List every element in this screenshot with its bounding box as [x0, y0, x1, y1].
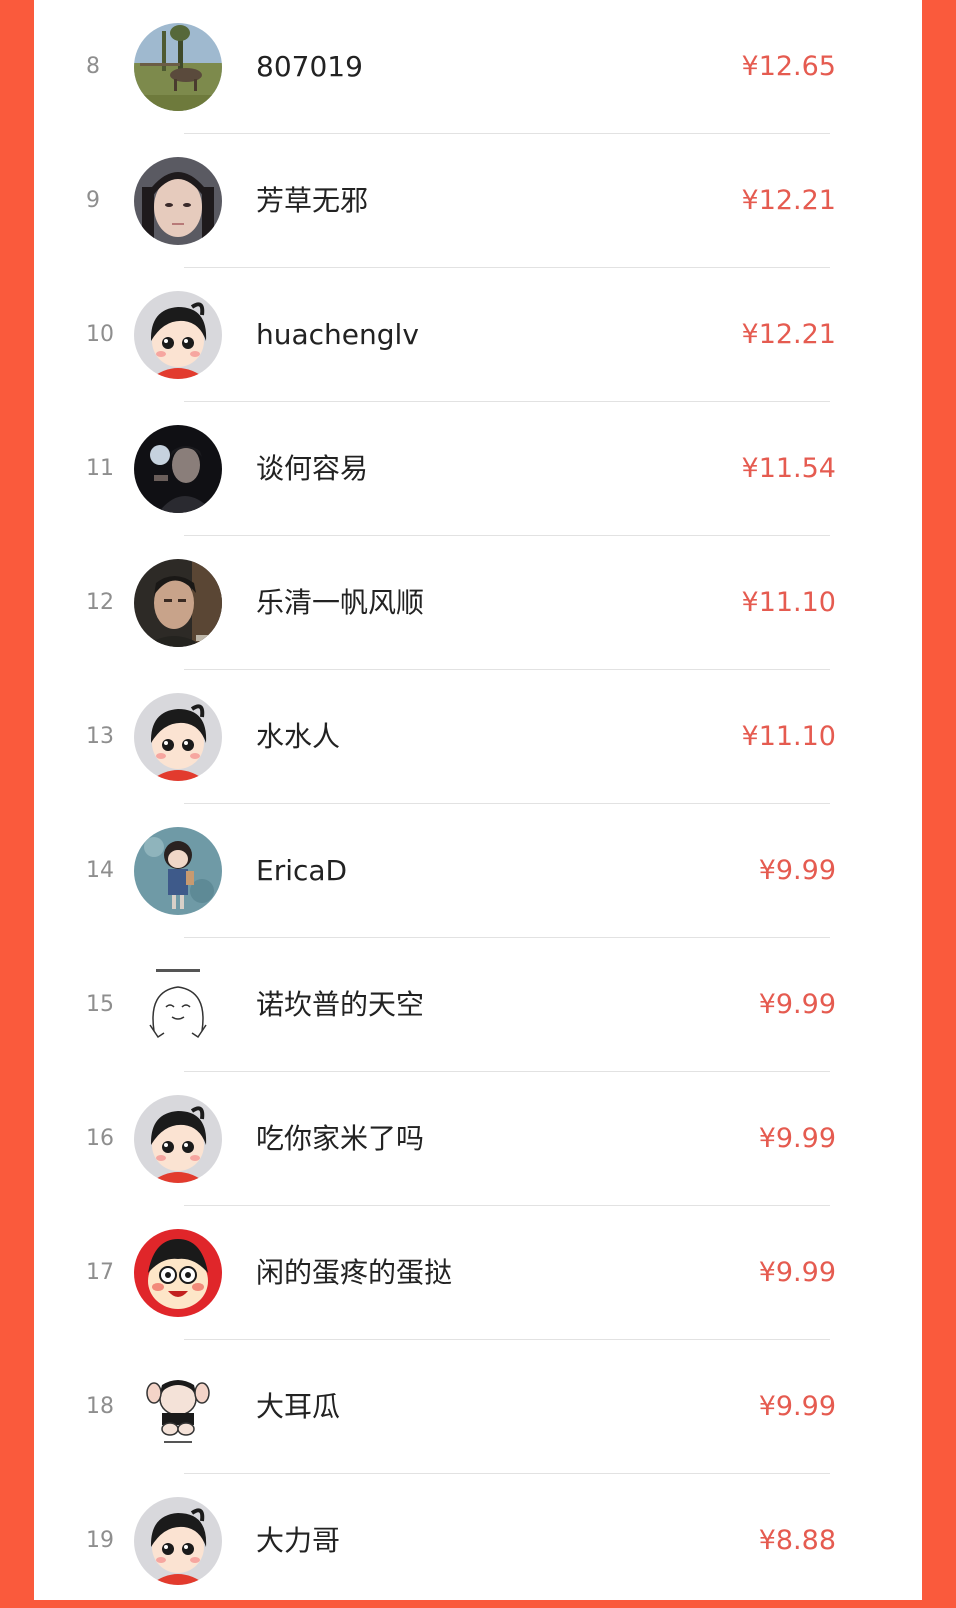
leaderboard-row[interactable]: 13 水水人 ¥11.10	[34, 670, 922, 804]
leaderboard-row[interactable]: 16 吃你家米了吗 ¥9.99	[34, 1072, 922, 1206]
avatar[interactable]	[134, 23, 222, 111]
user-name: 谈何容易	[256, 452, 369, 485]
leaderboard-row[interactable]: 15 诺坎普的天空 ¥9.99	[34, 938, 922, 1072]
amount-value: ¥9.99	[758, 855, 836, 886]
rank-number: 9	[86, 188, 100, 213]
avatar[interactable]	[134, 425, 222, 513]
sketch-face-drawing-icon	[134, 961, 222, 1049]
landscape-donkey-photo-icon	[134, 23, 222, 111]
leaderboard-row[interactable]: 11 谈何容易 ¥11.54	[34, 402, 922, 536]
default-cartoon-avatar-icon	[134, 1497, 222, 1585]
avatar[interactable]	[134, 1095, 222, 1183]
amount-value: ¥11.54	[741, 453, 836, 484]
rank-number: 8	[86, 54, 100, 79]
avatar[interactable]	[134, 827, 222, 915]
leaderboard-row[interactable]: 9 芳草无邪 ¥12.21	[34, 134, 922, 268]
dark-man-photo-icon	[134, 425, 222, 513]
avatar[interactable]	[134, 291, 222, 379]
avatar[interactable]	[134, 1497, 222, 1585]
user-name: huachenglv	[256, 318, 419, 351]
user-name: 吃你家米了吗	[256, 1122, 425, 1155]
user-name: 芳草无邪	[256, 184, 369, 217]
user-name: 乐清一帆风顺	[256, 586, 425, 619]
leaderboard-row[interactable]: 14 EricaD ¥9.99	[34, 804, 922, 938]
amount-value: ¥9.99	[758, 989, 836, 1020]
default-cartoon-avatar-icon	[134, 1095, 222, 1183]
avatar[interactable]	[134, 1363, 222, 1451]
leaderboard-panel: 8 807019 ¥12.65 9 芳草无邪 ¥12.21 10 huachen…	[34, 0, 922, 1600]
rank-number: 17	[86, 1260, 114, 1285]
amount-value: ¥12.21	[741, 319, 836, 350]
man-portrait-photo-icon	[134, 559, 222, 647]
user-name: 大耳瓜	[256, 1390, 341, 1423]
amount-value: ¥12.65	[741, 51, 836, 82]
rank-number: 15	[86, 992, 114, 1017]
default-cartoon-avatar-icon	[134, 693, 222, 781]
user-name: 807019	[256, 50, 363, 83]
amount-value: ¥12.21	[741, 185, 836, 216]
rank-number: 10	[86, 322, 114, 347]
user-name: 闲的蛋疼的蛋挞	[256, 1256, 453, 1289]
amount-value: ¥8.88	[758, 1525, 836, 1556]
leaderboard-row[interactable]: 8 807019 ¥12.65	[34, 0, 922, 134]
rank-number: 19	[86, 1528, 114, 1553]
avatar[interactable]	[134, 1229, 222, 1317]
user-name: EricaD	[256, 854, 348, 887]
girl-illustration-icon	[134, 827, 222, 915]
rank-number: 14	[86, 858, 114, 883]
leaderboard-row[interactable]: 19 大力哥 ¥8.88	[34, 1474, 922, 1608]
amount-value: ¥9.99	[758, 1391, 836, 1422]
amount-value: ¥11.10	[741, 721, 836, 752]
rank-number: 18	[86, 1394, 114, 1419]
leaderboard-row[interactable]: 18 大耳瓜 ¥9.99	[34, 1340, 922, 1474]
default-cartoon-avatar-icon	[134, 291, 222, 379]
avatar[interactable]	[134, 961, 222, 1049]
amount-value: ¥9.99	[758, 1257, 836, 1288]
woman-portrait-photo-icon	[134, 157, 222, 245]
avatar[interactable]	[134, 157, 222, 245]
amount-value: ¥11.10	[741, 587, 836, 618]
leaderboard-row[interactable]: 17 闲的蛋疼的蛋挞 ¥9.99	[34, 1206, 922, 1340]
cartoon-sticker-icon	[134, 1363, 222, 1451]
user-name: 大力哥	[256, 1524, 341, 1557]
rank-number: 16	[86, 1126, 114, 1151]
red-cartoon-boy-icon	[134, 1229, 222, 1317]
leaderboard-row[interactable]: 10 huachenglv ¥12.21	[34, 268, 922, 402]
leaderboard-row[interactable]: 12 乐清一帆风顺 ¥11.10	[34, 536, 922, 670]
user-name: 诺坎普的天空	[256, 988, 425, 1021]
user-name: 水水人	[256, 720, 341, 753]
rank-number: 13	[86, 724, 114, 749]
avatar[interactable]	[134, 559, 222, 647]
rank-number: 12	[86, 590, 114, 615]
amount-value: ¥9.99	[758, 1123, 836, 1154]
avatar[interactable]	[134, 693, 222, 781]
rank-number: 11	[86, 456, 114, 481]
